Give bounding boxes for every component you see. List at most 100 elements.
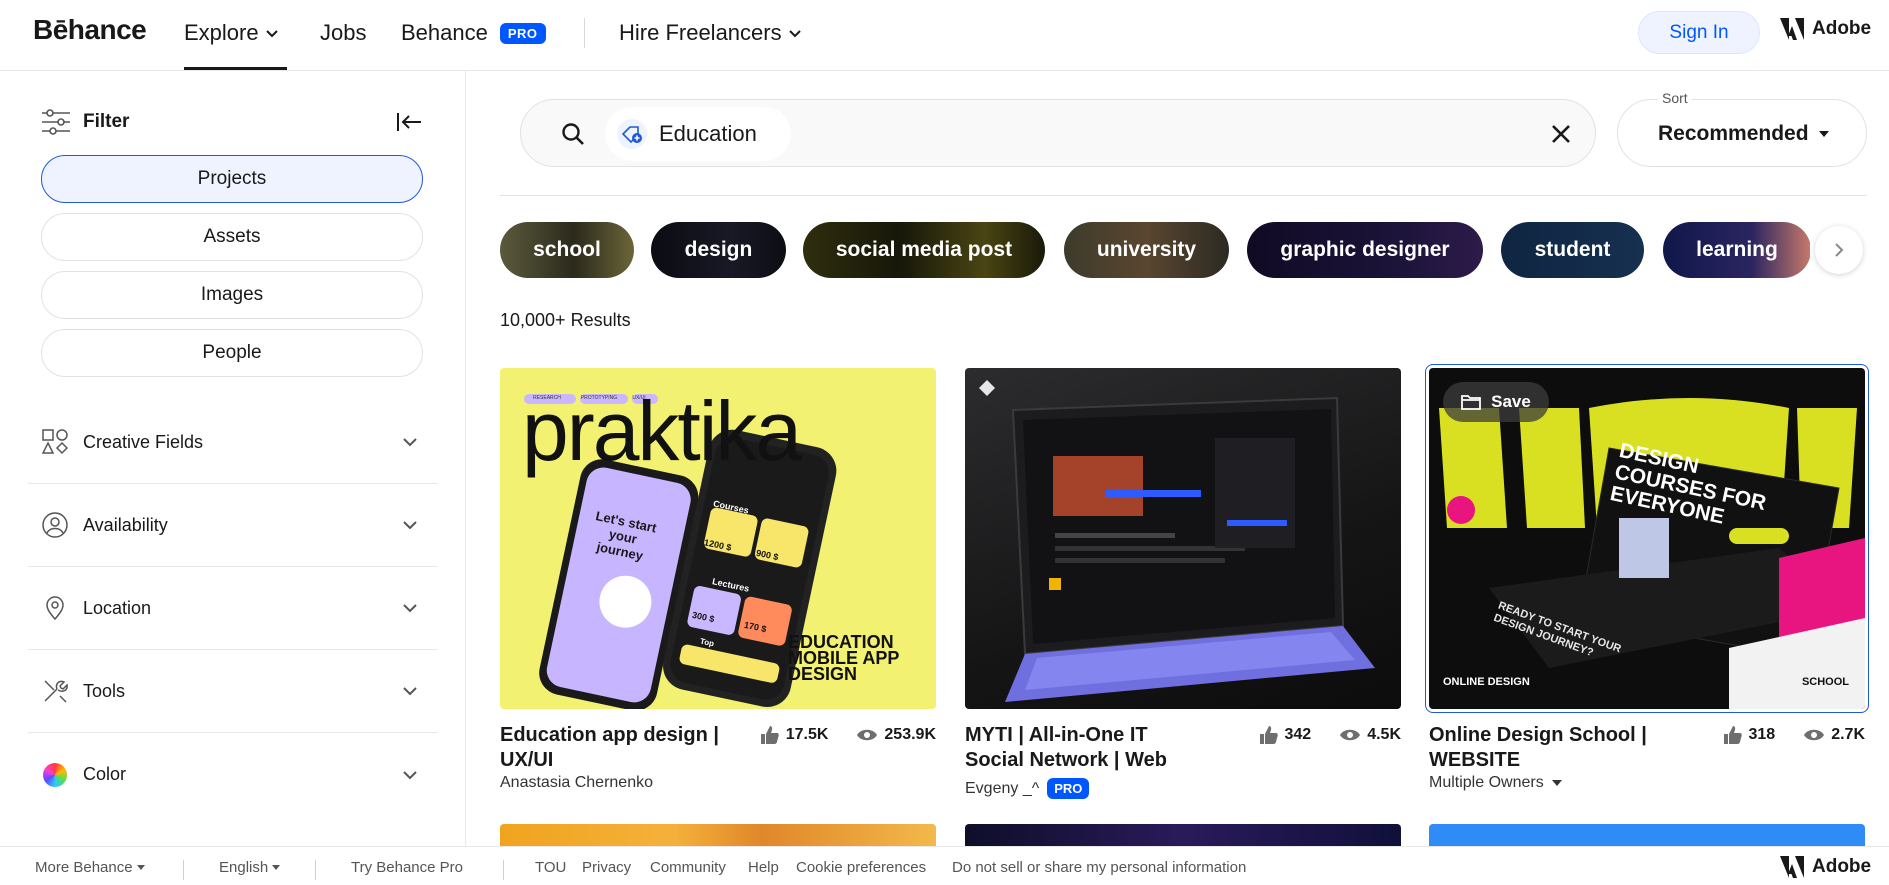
project-thumbnail[interactable]: DESIGN COURSES FOR EVERYONE READY TO STA… [1425, 364, 1869, 713]
nav-active-indicator [184, 67, 287, 70]
segment-projects[interactable]: Projects [41, 155, 423, 203]
project-owner[interactable]: Anastasia Chernenko [500, 774, 653, 792]
search-bar[interactable]: Education [520, 99, 1596, 167]
accordion-location[interactable]: Location [28, 567, 438, 650]
project-thumbnail[interactable]: praktika RESEARCH PROTOTYPING UX/UI Let'… [500, 368, 936, 709]
nav-hire-label: Hire Freelancers [619, 20, 782, 45]
caret-down-icon [136, 865, 145, 870]
views-count: 253.9K [884, 726, 936, 743]
tags-next-button[interactable] [1815, 226, 1863, 274]
nav-hire-freelancers[interactable]: Hire Freelancers [619, 20, 802, 46]
footer-link-privacy[interactable]: Privacy [582, 859, 631, 876]
footer-link-do-not-sell[interactable]: Do not sell or share my personal informa… [952, 859, 1246, 876]
chevron-down-icon [403, 687, 417, 696]
behance-logo[interactable]: Bēhance [33, 14, 147, 46]
footer-adobe[interactable]: Adobe [1780, 856, 1871, 878]
project-title[interactable]: Education app design | UX/UI [500, 723, 730, 773]
nav-behance-pro[interactable]: Behance PRO [401, 20, 546, 46]
sort-select[interactable]: Sort Recommended [1617, 90, 1867, 167]
chevron-down-icon [403, 770, 417, 779]
accordion-label: Tools [83, 680, 126, 701]
owner-name: Evgeny _^ [965, 779, 1040, 797]
footer-more-label: More Behance [35, 859, 133, 876]
sliders-icon [42, 109, 70, 135]
project-owner[interactable]: Multiple Owners [1429, 774, 1562, 792]
caret-down-icon [272, 865, 281, 870]
adobe-link[interactable]: Adobe [1780, 18, 1871, 40]
footer-link-cookie-preferences[interactable]: Cookie preferences [796, 859, 926, 876]
filter-header: Filter [41, 109, 129, 135]
footer-divider [183, 860, 184, 880]
owner-name: Multiple Owners [1429, 774, 1544, 791]
pro-badge: PRO [1047, 778, 1090, 799]
project-card-thumbnail-peek[interactable] [965, 824, 1401, 846]
footer-more-behance[interactable]: More Behance [35, 859, 145, 876]
nav-divider [584, 18, 585, 48]
footer-link-tou[interactable]: TOU [535, 859, 566, 876]
tag-student[interactable]: student [1501, 222, 1644, 278]
project-thumbnail[interactable] [965, 368, 1401, 709]
footer-adobe-label: Adobe [1812, 856, 1872, 877]
adobe-logo-icon [1780, 856, 1804, 878]
project-owner[interactable]: Evgeny _^ PRO [965, 778, 1090, 799]
tag-school[interactable]: school [500, 222, 634, 278]
accordion-availability[interactable]: Availability [28, 484, 438, 567]
color-wheel-icon [41, 761, 69, 789]
education-caption: EDUCATION MOBILE APP DESIGN [788, 633, 899, 683]
folder-icon [1461, 395, 1482, 410]
sort-value-text: Recommended [1658, 122, 1809, 145]
nav-jobs[interactable]: Jobs [320, 20, 366, 46]
sort-value: Recommended [1658, 122, 1829, 146]
sort-label: Sort [1658, 90, 1692, 106]
accordion-label: Availability [83, 514, 168, 535]
divider [500, 195, 1867, 196]
footer-try-pro[interactable]: Try Behance Pro [351, 859, 463, 876]
accordion-label: Location [83, 597, 152, 618]
likes-count: 17.5K [785, 726, 829, 743]
search-query-text: Education [659, 121, 757, 146]
footer-language[interactable]: English [219, 859, 281, 876]
project-card[interactable]: MYTI | All-in-One IT Social Network | We… [965, 368, 1401, 799]
tag-social-media-post[interactable]: social media post [803, 222, 1045, 278]
project-card-thumbnail-peek[interactable] [1429, 824, 1865, 846]
project-card[interactable]: praktika RESEARCH PROTOTYPING UX/UI Let'… [500, 368, 936, 791]
segment-assets[interactable]: Assets [41, 213, 423, 261]
praktika-chips: RESEARCH PROTOTYPING UX/UI [524, 395, 650, 401]
footer-link-community[interactable]: Community [650, 859, 726, 876]
search-icon[interactable] [561, 122, 585, 146]
segment-people[interactable]: People [41, 329, 423, 377]
eye-icon [1340, 729, 1361, 741]
tag-university[interactable]: university [1064, 222, 1229, 278]
tag-graphic-designer[interactable]: graphic designer [1247, 222, 1483, 278]
footer-link-help[interactable]: Help [748, 859, 779, 876]
likes-count: 318 [1748, 726, 1776, 743]
tag-learning[interactable]: learning [1663, 222, 1810, 278]
adobe-logo-icon [1780, 18, 1804, 40]
collapse-sidebar-button[interactable] [396, 111, 422, 138]
thumbs-up-icon [1259, 726, 1278, 744]
project-title[interactable]: Online Design School | WEBSITE [1429, 723, 1659, 773]
shapes-icon [41, 428, 69, 456]
close-icon[interactable] [1549, 122, 1573, 146]
accordion-label: Creative Fields [83, 431, 204, 452]
views-count: 4.5K [1367, 726, 1401, 743]
save-button[interactable]: Save [1443, 382, 1549, 422]
footer-divider [503, 860, 504, 880]
nav-explore[interactable]: Explore [184, 20, 279, 46]
nav-jobs-label: Jobs [320, 20, 367, 45]
accordion-creative-fields[interactable]: Creative Fields [28, 401, 438, 484]
chip-research: RESEARCH [533, 395, 561, 401]
chevron-down-icon [403, 604, 417, 613]
accordion-color[interactable]: Color [28, 733, 438, 816]
accordion-tools[interactable]: Tools [28, 650, 438, 733]
caret-down-icon [1551, 780, 1562, 786]
sign-in-button[interactable]: Sign In [1638, 11, 1760, 54]
segment-images[interactable]: Images [41, 271, 423, 319]
project-title[interactable]: MYTI | All-in-One IT Social Network | We… [965, 723, 1195, 773]
project-card-thumbnail-peek[interactable] [500, 824, 936, 846]
tag-design[interactable]: design [651, 222, 786, 278]
project-card[interactable]: DESIGN COURSES FOR EVERYONE READY TO STA… [1425, 364, 1869, 791]
search-query-chip[interactable]: Education [605, 107, 791, 161]
results-count: 10,000+ Results [500, 310, 631, 330]
project-stats: 17.5K 253.9K [760, 725, 936, 745]
